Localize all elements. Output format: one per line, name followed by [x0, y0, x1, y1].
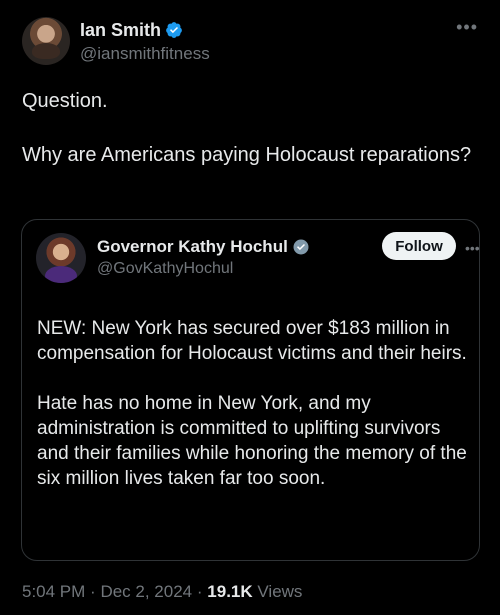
quote-avatar[interactable]	[36, 233, 86, 283]
verified-badge-icon	[293, 239, 309, 255]
more-horizontal-icon[interactable]: •••	[465, 241, 480, 255]
quote-handle[interactable]: @GovKathyHochul	[97, 260, 310, 278]
meta-separator: ·	[90, 582, 96, 601]
follow-button[interactable]: Follow	[382, 232, 456, 260]
author-text: Ian Smith @iansmithfitness	[80, 19, 210, 64]
verified-badge-icon	[166, 22, 182, 38]
tweet-time[interactable]: 5:04 PM	[22, 582, 85, 601]
author-name-row: Ian Smith	[80, 19, 210, 41]
meta-separator: ·	[196, 582, 203, 601]
views-count: 19.1K	[207, 582, 253, 601]
tweet-text: Question. Why are Americans paying Holoc…	[22, 88, 482, 196]
quote-paragraph: Hate has no home in New York, and my adm…	[37, 393, 467, 489]
tweet: Ian Smith @iansmithfitness ••• Question.…	[0, 0, 500, 615]
quote-body: NEW: New York has secured over $183 mill…	[37, 316, 467, 516]
tweet-date[interactable]: Dec 2, 2024	[100, 582, 192, 601]
quote-author-text: Governor Kathy Hochul @GovKathyHochul	[97, 236, 310, 283]
quote-name-row: Governor Kathy Hochul	[97, 236, 310, 258]
author-handle[interactable]: @iansmithfitness	[80, 44, 210, 64]
tweet-author[interactable]: Ian Smith @iansmithfitness	[22, 17, 210, 65]
tweet-meta: 5:04 PM · Dec 2, 2024 · 19.1K Views	[22, 582, 302, 602]
more-horizontal-icon[interactable]: •••	[456, 18, 478, 36]
quote-tweet-card[interactable]: Governor Kathy Hochul @GovKathyHochul Fo…	[21, 219, 480, 561]
quote-display-name[interactable]: Governor Kathy Hochul	[97, 237, 288, 257]
author-display-name[interactable]: Ian Smith	[80, 20, 161, 41]
avatar[interactable]	[22, 17, 70, 65]
quote-author[interactable]: Governor Kathy Hochul @GovKathyHochul	[36, 233, 310, 283]
tweet-text-line: Question.	[22, 90, 108, 112]
views-label: Views	[257, 582, 303, 601]
tweet-text-line: Why are Americans paying Holocaust repar…	[22, 144, 472, 166]
quote-paragraph: NEW: New York has secured over $183 mill…	[37, 318, 467, 364]
